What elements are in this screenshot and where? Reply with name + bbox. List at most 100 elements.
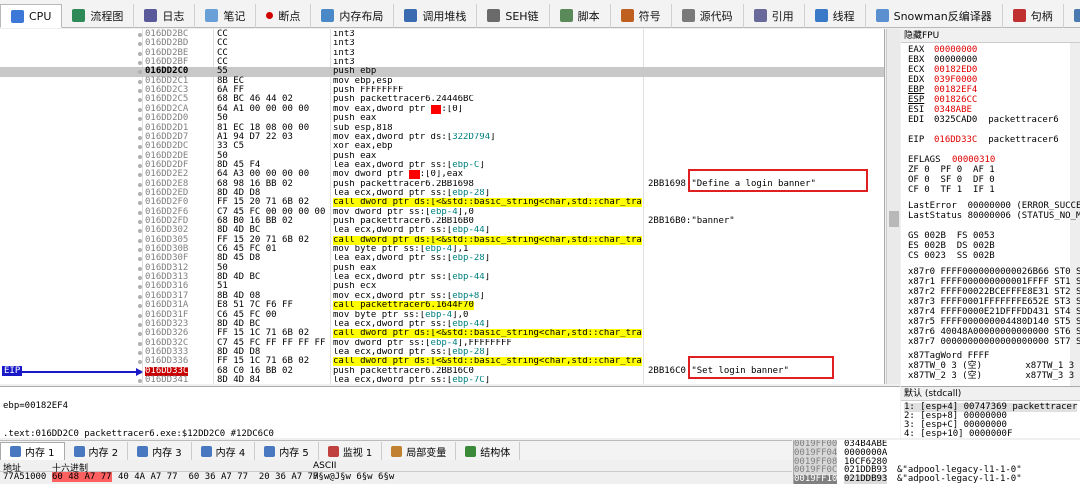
breakpoint-dot[interactable] [138,266,142,271]
dump-tab[interactable]: 内存 1 [0,442,65,460]
disasm-row[interactable]: 016DD2BE CC int3 [0,48,884,58]
disasm-row[interactable]: 016DD2D1 81 EC 18 08 00 00 sub esp,818 [0,123,884,133]
breakpoint-dot[interactable] [138,220,142,224]
dump-tab[interactable]: 监视 1 [319,442,383,460]
disasm-row[interactable]: 016DD31A E8 51 7C F6 FF call packettracer6… [0,300,884,311]
breakpoint-dot[interactable] [138,89,142,94]
tab-snowman[interactable]: Snowman反编译器 [866,3,1003,28]
disasm-row[interactable]: 016DD323 8D 4D BC lea ecx,dword ptr ss:[eb… [0,319,884,329]
disasm-row[interactable]: 016DD2BF CC int3 [0,57,884,67]
disasm-row[interactable]: 016DD302 8D 4D BC lea ecx,dword ptr ss:[eb… [0,225,884,235]
disasm-row[interactable]: 016DD32C C7 45 FC FF FF FF FF mov dword pt… [0,338,884,348]
dump-tab[interactable]: 内存 5 [255,442,319,460]
disasm-row[interactable]: 016DD2F6 C7 45 FC 00 00 00 00 mov dword pt… [0,207,884,217]
breakpoint-dot[interactable] [138,191,142,196]
breakpoint-dot[interactable] [138,201,142,206]
breakpoint-dot[interactable] [138,332,142,337]
breakpoint-dot[interactable] [138,126,142,131]
disasm-row[interactable]: 016DD30F 8D 45 D8 lea eax,dword ptr ss:[eb… [0,254,884,263]
breakpoint-dot[interactable] [138,61,142,66]
breakpoint-dot[interactable] [138,341,142,346]
breakpoint-dot[interactable] [138,42,142,47]
stack-view[interactable]: 0019FF00 034B4ABE 0019FF04 0000000A 0019FF08… [793,440,1080,484]
disassembly-scrollbar[interactable] [886,29,900,384]
dump-hex-selected[interactable]: 60 48 A7 77 [52,472,112,482]
breakpoint-dot[interactable] [138,70,142,75]
breakpoint-dot[interactable] [138,313,142,318]
disasm-row[interactable]: 016DD31F C6 45 FC 00 mov byte ptr ss:[ebp-… [0,310,884,320]
breakpoint-dot[interactable] [138,33,142,37]
dump-tab[interactable]: 结构体 [456,442,521,460]
register-eax[interactable]: EAX 00000000 [908,45,977,55]
tab-symbol[interactable]: 符号 [611,3,672,28]
disasm-row[interactable]: 016DD2C5 68 BC 46 44 02 push packettracer6… [0,95,884,104]
breakpoint-dot[interactable] [138,163,142,168]
breakpoint-dot[interactable] [138,182,142,187]
register-eip[interactable]: EIP 016DD33C packettracer6 [908,135,1059,145]
dump-tab[interactable]: 内存 3 [128,442,192,460]
breakpoint-dot[interactable] [138,98,142,103]
tab-log[interactable]: 日志 [134,3,196,28]
disasm-row[interactable]: 016DD316 51 push ecx [0,282,884,291]
breakpoint-dot[interactable] [138,173,142,178]
breakpoint-dot[interactable] [138,135,142,140]
breakpoint-dot[interactable] [138,285,142,290]
tab-notes[interactable]: 笔记 [195,3,257,28]
tab-script[interactable]: 脚本 [550,3,611,28]
breakpoint-dot[interactable] [138,378,142,383]
tab-graph[interactable]: 流程图 [62,3,135,28]
tab-seh[interactable]: SEH链 [477,3,550,28]
scrollbar-thumb[interactable] [889,211,899,227]
disasm-row[interactable]: 016DD2D7 A1 94 D7 22 03 mov eax,dword ptr … [0,132,884,142]
register-edi[interactable]: EDI 0325CAD0 packettracer6 [908,115,1059,125]
breakpoint-dot[interactable] [138,145,142,150]
stack-row[interactable]: 0019FF10 021DDB93 &"adpool-legacy-l1-1-0" [794,475,1080,484]
tab-trace[interactable]: 跟踪 [1064,4,1080,28]
disasm-row[interactable]: 016DD30B C6 45 FC 01 mov byte ptr ss:[ebp-… [0,244,884,254]
dump-tab[interactable]: 局部变量 [382,442,457,460]
tab-references[interactable]: 引用 [744,3,805,28]
disasm-row[interactable]: 016DD2BD CC int3 [0,38,884,48]
disasm-row[interactable]: 016DD2D0 50 push eax [0,113,884,123]
breakpoint-dot[interactable] [138,322,142,327]
breakpoint-dot[interactable] [138,154,142,159]
breakpoint-dot[interactable] [138,257,142,262]
register-edx[interactable]: EDX 039F0000 [908,75,977,85]
breakpoint-dot[interactable] [138,360,142,365]
disasm-row[interactable]: 016DD2C0 55 push ebp [0,67,884,77]
disasm-row[interactable]: 016DD313 8D 4D BC lea ecx,dword ptr ss:[eb… [0,272,884,282]
tab-cpu[interactable]: CPU [0,4,63,28]
breakpoint-dot[interactable] [138,79,142,84]
breakpoint-dot[interactable] [138,229,142,234]
register-ebp[interactable]: EBP 00182EF4 [908,85,977,95]
breakpoint-dot[interactable] [138,238,142,243]
dump-hex[interactable]: 40 4A A7 77 60 36 A7 77 20 36 A7 77 [118,472,318,482]
tab-memory-map[interactable]: 内存布局 [311,3,395,28]
breakpoint-dot[interactable] [138,294,142,299]
disasm-row[interactable]: 016DD2BC CC int3 [0,29,884,39]
breakpoint-dot[interactable] [138,276,142,281]
disasm-row[interactable]: 016DD2C1 8B EC mov ebp,esp [0,76,884,86]
tab-threads[interactable]: 线程 [805,3,866,28]
call-convention-select[interactable]: 默认 (stdcall) [901,387,1080,401]
breakpoint-dot[interactable] [138,107,142,112]
disasm-row[interactable]: 016DD2F0 FF 15 20 71 6B 02 call dword ptr … [0,197,884,208]
disasm-row[interactable]: 016DD317 8B 4D 08 mov ecx,dword ptr ss:[eb… [0,291,884,301]
disasm-row[interactable]: 016DD326 FF 15 1C 71 6B 02 call dword ptr … [0,328,884,339]
register-ecx[interactable]: ECX 00182ED0 [908,65,977,75]
dump-ascii[interactable]: H§w@J§w 6§w 6§w [313,472,394,482]
tab-handles[interactable]: 句柄 [1003,3,1064,28]
tab-callstack[interactable]: 调用堆栈 [394,3,478,28]
register-esi[interactable]: ESI 0348ABE [908,105,972,115]
call-arg[interactable]: 4: [esp+10] 0000000F [904,430,1012,439]
breakpoint-dot[interactable] [138,210,142,215]
hide-fpu-toggle[interactable]: 隐藏FPU [901,29,1080,43]
disasm-row[interactable]: 016DD2C3 6A FF push FFFFFFFF [0,85,884,95]
register-ebx[interactable]: EBX 00000000 [908,55,977,65]
disasm-row[interactable]: 016DD2CA 64 A1 00 00 00 00 mov eax,dword p… [0,104,884,114]
disasm-row[interactable]: 016DD2DE 50 push eax [0,151,884,161]
register-esp[interactable]: ESP 001826CC [908,95,977,105]
tab-source[interactable]: 源代码 [672,3,744,28]
disasm-row[interactable]: 016DD2FD 68 B0 16 BB 02 push packettracer6… [0,216,884,226]
disasm-row[interactable]: 016DD305 FF 15 20 71 6B 02 call dword ptr … [0,235,884,245]
